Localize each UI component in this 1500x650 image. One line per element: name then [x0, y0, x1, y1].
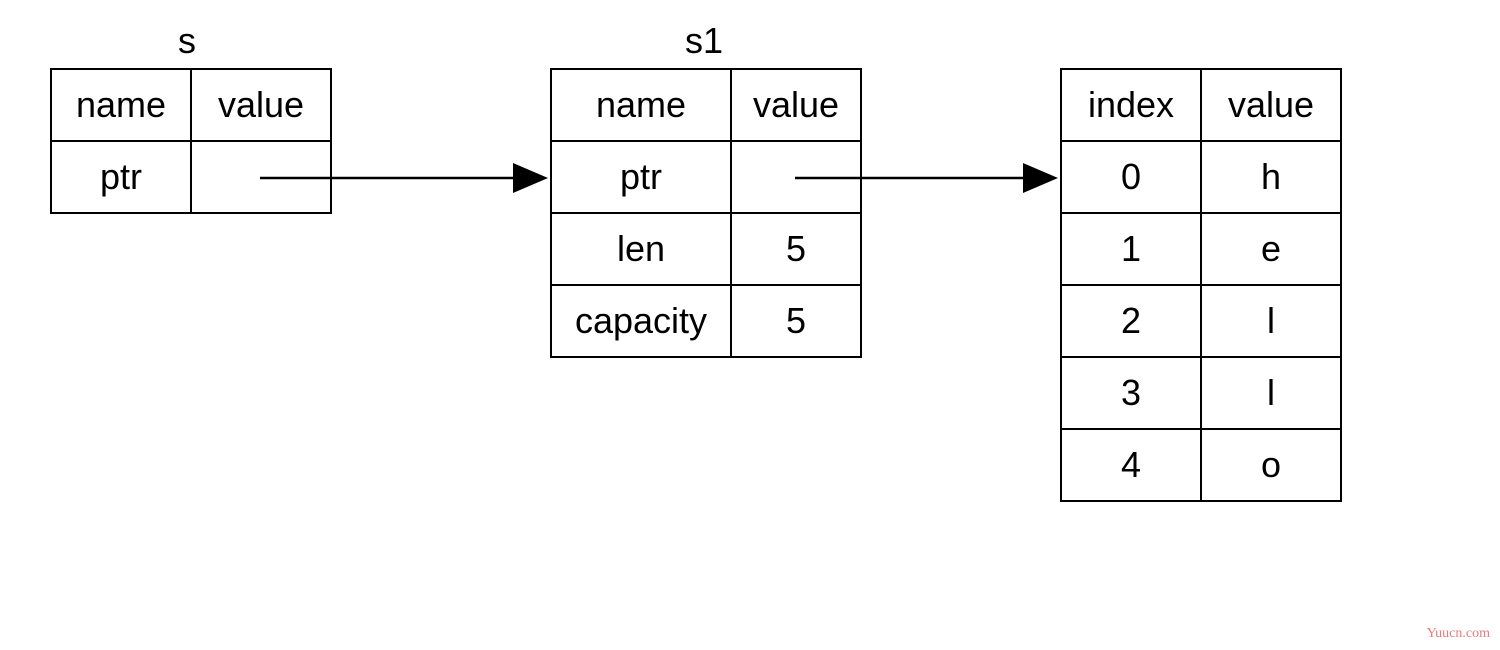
watermark: Yuucn.com — [1427, 626, 1490, 642]
arrow-s-to-s1 — [0, 0, 1500, 650]
